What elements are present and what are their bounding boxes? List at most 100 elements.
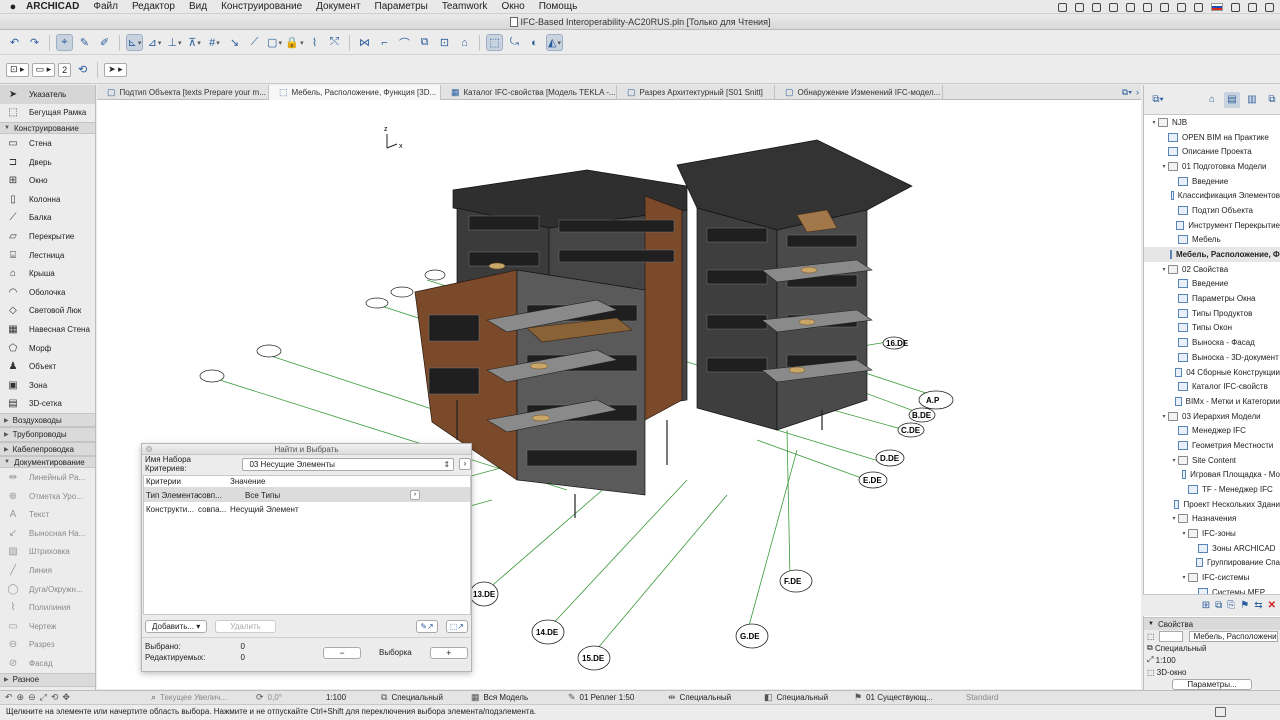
zoom-control[interactable]: ⌕ Текущее Увелич... <box>146 692 251 703</box>
chevron-down-icon[interactable]: ▾ <box>1180 574 1188 581</box>
lock-icon[interactable]: 🔒 <box>285 34 303 51</box>
intersect-icon[interactable]: ⋈ <box>356 34 373 51</box>
tool-window[interactable]: ⊞ Окно <box>0 171 95 190</box>
chevron-down-icon[interactable]: ▾ <box>1170 457 1178 464</box>
row-operator[interactable]: совпа... <box>198 505 230 514</box>
override-control[interactable]: ◧ Специальный <box>759 692 849 703</box>
snap-guides-icon[interactable]: ⊥ <box>166 34 183 51</box>
undo-icon[interactable]: ↶ <box>6 34 23 51</box>
pointer-tool-icon[interactable]: ⌖ <box>56 34 73 51</box>
tool-dimension[interactable]: ⇹ Линейный Ра... <box>0 468 95 487</box>
chevron-down-icon[interactable]: ▾ <box>1160 266 1168 273</box>
navigator-item[interactable]: Группирование Спа <box>1144 556 1280 571</box>
tab-change-detection[interactable]: ▢ Обнаружение Изменений IFC-модел... <box>775 85 943 100</box>
properties-header[interactable]: ▼ Свойства <box>1144 618 1280 630</box>
tab-section[interactable]: ▢ Разрез Архитектурный [S01 Snitt] <box>617 85 775 100</box>
row-value-menu-button[interactable]: › <box>410 490 420 500</box>
navigator-item[interactable]: Классификация Элементов <box>1144 188 1280 203</box>
tool-object[interactable]: ♟ Объект <box>0 357 95 376</box>
undo-zoom-icon[interactable]: ↶ <box>5 692 13 703</box>
zoom-out-icon[interactable]: ⊖ <box>28 692 36 703</box>
structural-control[interactable]: Standard <box>954 693 1024 702</box>
menu-options[interactable]: Параметры <box>375 1 428 12</box>
tool-column[interactable]: ▯ Колонна <box>0 190 95 209</box>
battery-icon[interactable] <box>1194 2 1203 12</box>
tool-text[interactable]: A Текст <box>0 505 95 524</box>
navigator-item[interactable]: Введение <box>1144 174 1280 189</box>
menu-teamwork[interactable]: Teamwork <box>442 1 488 12</box>
trace-reference-icon[interactable]: ▢ <box>266 34 283 51</box>
save-view-icon[interactable]: ⎘ <box>1227 600 1235 611</box>
arrow-selection-combo[interactable]: ➤ ▸ <box>104 62 127 77</box>
group-cables[interactable]: ▶ Кабелепроводка <box>0 441 95 457</box>
notification-list-icon[interactable] <box>1265 2 1274 12</box>
tool-shell[interactable]: ◠ Оболочка <box>0 283 95 302</box>
project-map-icon[interactable]: ⌂ <box>1204 92 1220 108</box>
split-icon[interactable]: ⌇ <box>306 34 323 51</box>
navigator-item[interactable]: Игровая Площадка - Мо <box>1144 468 1280 483</box>
menu-design[interactable]: Конструирование <box>221 1 302 12</box>
apple-icon[interactable]: ● <box>0 1 26 13</box>
chevron-down-icon[interactable]: ▾ <box>1160 163 1168 170</box>
rotate-icon[interactable]: ⟲ <box>74 61 91 78</box>
chevron-down-icon[interactable]: ▾ <box>1180 530 1188 537</box>
chevron-down-icon[interactable]: ▾ <box>1170 515 1178 522</box>
criteria-set-select[interactable]: 03 Несущие Элементы <box>242 457 455 471</box>
3d-window-icon[interactable]: ⬚ <box>486 34 503 51</box>
menu-file[interactable]: Файл <box>93 1 118 12</box>
spotlight-search-icon[interactable] <box>1248 2 1257 12</box>
navigator-item[interactable]: Проект Нескольких Здани <box>1144 497 1280 512</box>
navigator-item[interactable]: Каталог IFC-свойств <box>1144 379 1280 394</box>
grid-bubble-gde[interactable]: G.DE <box>735 623 769 649</box>
rotation-control[interactable]: ⟳ 0,0° <box>251 692 321 703</box>
guide-lines-icon[interactable]: ⊾ <box>126 34 143 51</box>
navigator-options-icon[interactable]: ⧉▾ <box>1150 92 1166 108</box>
element-type-combo[interactable]: ▭ ▸ <box>31 62 56 77</box>
navigator-item[interactable]: ▾ NJB <box>1144 115 1280 130</box>
tab-menu-icon[interactable]: ⧉▾ <box>1122 87 1132 98</box>
tool-arc[interactable]: ◯ Дуга/Окружн... <box>0 580 95 599</box>
cloud-icon[interactable] <box>1109 2 1118 12</box>
pen-set-control[interactable]: ✎ 01 Реплег 1:50 <box>563 692 663 703</box>
grid-bubble[interactable] <box>390 286 414 298</box>
navigator-item[interactable]: Выноска - Фасад <box>1144 335 1280 350</box>
navigator-item[interactable]: ▾ Назначения <box>1144 512 1280 527</box>
tool-elevation[interactable]: ⊘ Фасад <box>0 654 95 673</box>
explore-icon[interactable]: ◐ <box>526 34 543 51</box>
grid-bubble-ap[interactable]: A.P <box>918 390 954 410</box>
menu-view[interactable]: Вид <box>189 1 207 12</box>
tab-ifc-catalog[interactable]: ▦ Каталог IFC-свойства [Модель TEKLA -... <box>441 85 617 100</box>
navigator-item[interactable]: OPEN BIM на Практике <box>1144 130 1280 145</box>
tool-polyline[interactable]: ⌇ Полилиния <box>0 598 95 617</box>
navigator-item[interactable]: TF - Менеджер IFC <box>1144 482 1280 497</box>
navigator-item[interactable]: Зоны ARCHICAD <box>1144 541 1280 556</box>
grid-bubble-16de[interactable]: 16.DE <box>882 336 909 350</box>
grid-bubble-ede[interactable]: E.DE <box>858 471 888 489</box>
guide-line-options-icon[interactable]: ⊿ <box>146 34 163 51</box>
navigator-item[interactable]: ▾ IFC-системы <box>1144 570 1280 585</box>
navigator-item[interactable]: Инструмент Перекрытие <box>1144 218 1280 233</box>
user-icon[interactable] <box>1231 2 1240 12</box>
table-row[interactable]: Конструкти... совпа... Несущий Элемент <box>144 502 470 516</box>
view-name-field[interactable]: Мебель, Расположение, Фу <box>1188 630 1278 642</box>
pan-icon[interactable]: ✥ <box>62 692 70 703</box>
eyedropper-icon[interactable]: ✎ <box>76 34 93 51</box>
renovation-control[interactable]: ⚑ 01 Существующ... <box>849 692 954 703</box>
chevron-down-icon[interactable]: ▾ <box>1160 413 1168 420</box>
add-criterion-button[interactable]: Добавить... ▾ <box>145 619 208 633</box>
new-folder-icon[interactable]: ⊞ <box>1202 600 1210 611</box>
close-icon[interactable] <box>146 446 152 452</box>
chevron-right-icon[interactable]: › <box>1136 87 1139 98</box>
tool-zone[interactable]: ▣ Зона <box>0 376 95 395</box>
row-value[interactable]: Все Типы <box>230 491 410 500</box>
app-menu[interactable]: ARCHICAD <box>26 1 79 12</box>
navigator-item[interactable]: Геометрия Местности <box>1144 438 1280 453</box>
criteria-set-menu-button[interactable]: › <box>459 458 471 470</box>
table-row[interactable]: Тип Элемента совп... Все Типы › <box>144 488 470 502</box>
navigator-item[interactable]: ▾ 03 Иерархия Модели <box>1144 409 1280 424</box>
3d-navigation-icon[interactable]: ⤿ <box>506 34 523 51</box>
navigator-item[interactable]: Типы Продуктов <box>1144 306 1280 321</box>
delete-icon[interactable]: ✕ <box>1268 600 1276 611</box>
navigator-item[interactable]: Параметры Окна <box>1144 291 1280 306</box>
navigator-item[interactable]: Введение <box>1144 277 1280 292</box>
